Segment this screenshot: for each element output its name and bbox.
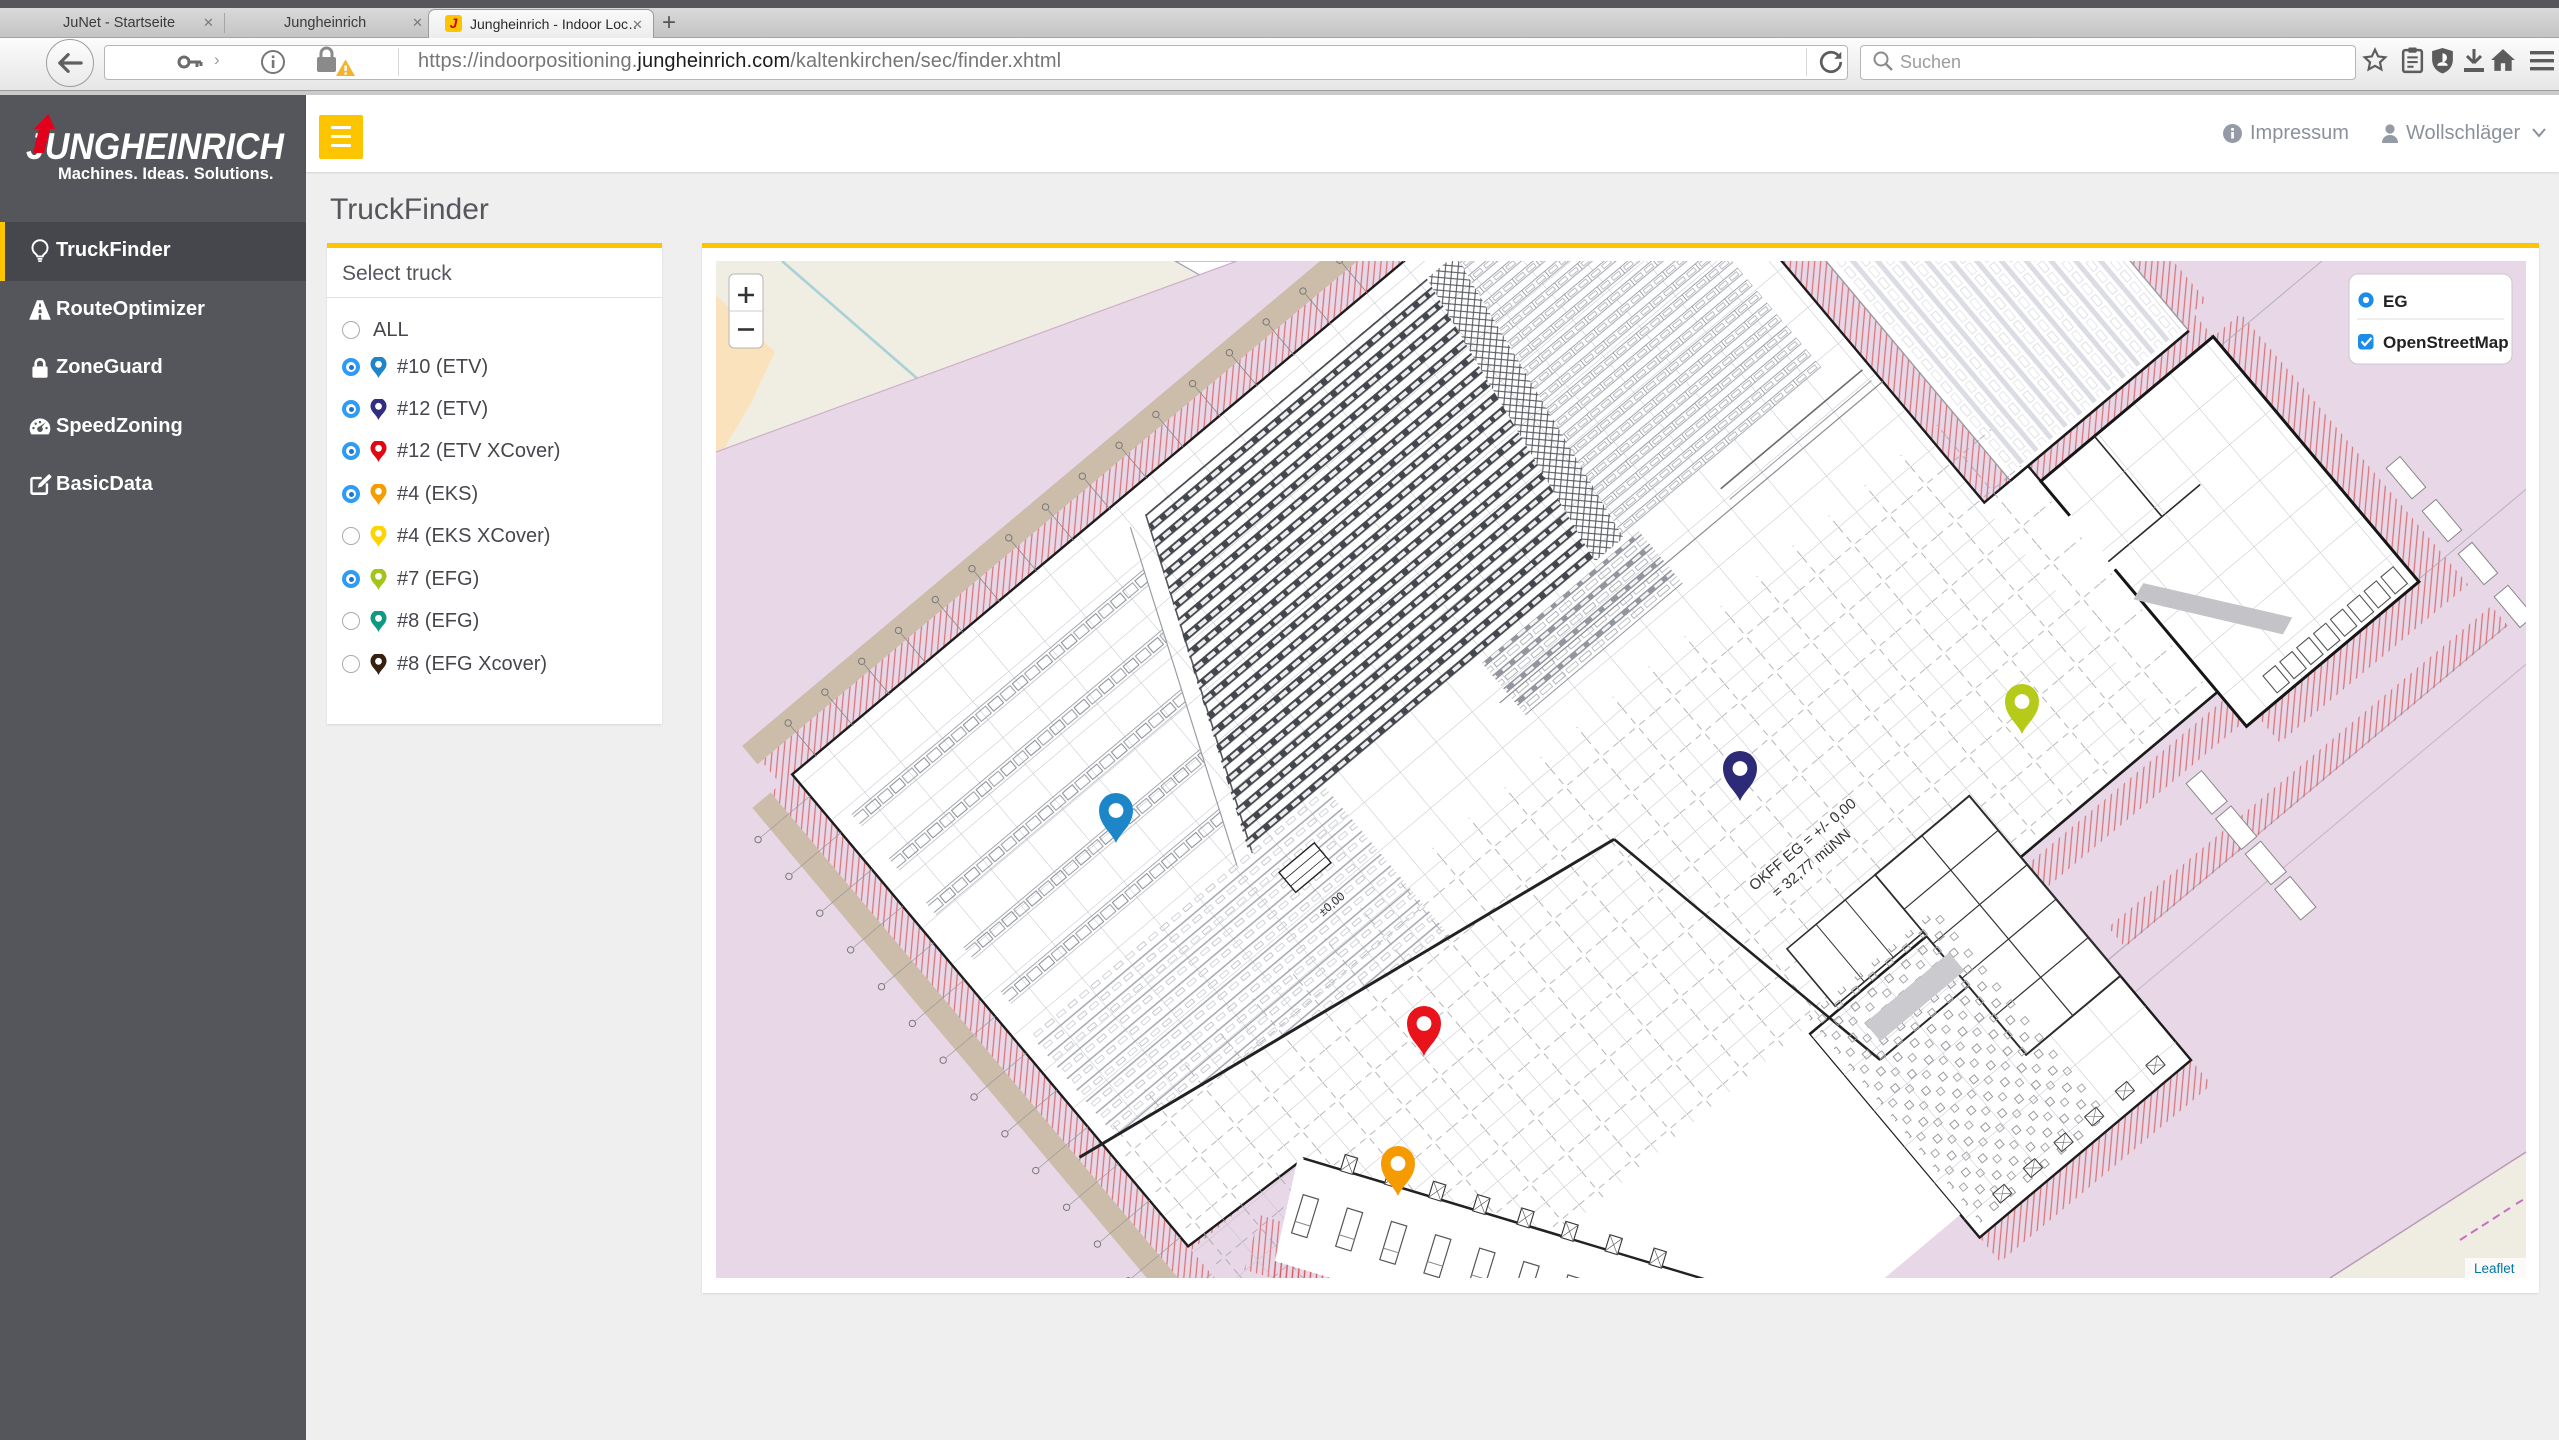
svg-text:Leaflet: Leaflet — [2474, 1261, 2515, 1276]
svg-text:JUNGHEINRICH: JUNGHEINRICH — [26, 126, 285, 167]
svg-text:OpenStreetMap: OpenStreetMap — [2383, 333, 2509, 352]
svg-text:Machines. Ideas. Solutions.: Machines. Ideas. Solutions. — [58, 165, 273, 183]
svg-text:EG: EG — [2383, 292, 2408, 311]
